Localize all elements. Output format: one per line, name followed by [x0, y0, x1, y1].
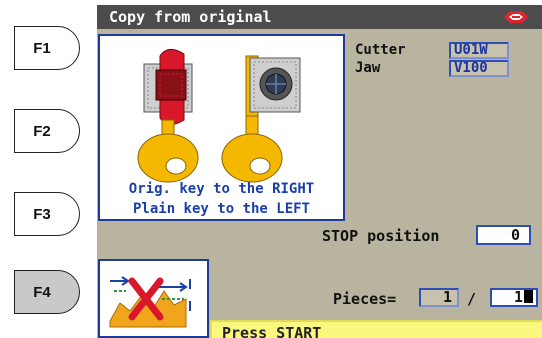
- cut-mode-button[interactable]: [98, 259, 209, 338]
- pieces-separator: /: [467, 290, 477, 308]
- cutting-cancel-icon: [109, 276, 191, 328]
- jaw-label: Jaw: [355, 60, 381, 76]
- title-bar: Copy from original: [97, 5, 542, 29]
- pieces-done-value: 1: [419, 288, 459, 307]
- stop-position-input[interactable]: 0: [476, 225, 531, 245]
- key-placement-illustration: Orig. key to the RIGHT Plain key to the …: [98, 34, 345, 221]
- f3-key[interactable]: F3: [14, 192, 80, 236]
- key-placement-graphic: [137, 49, 301, 183]
- text-cursor: [524, 290, 533, 303]
- f4-key[interactable]: F4: [14, 270, 80, 314]
- yellow-key-red-clamp-icon: [137, 49, 199, 183]
- cutter-label: Cutter: [355, 42, 406, 58]
- yellow-key-grey-clamp-icon: [221, 55, 301, 183]
- f1-key[interactable]: F1: [14, 26, 80, 70]
- page-title: Copy from original: [109, 8, 272, 26]
- silca-logo-icon: [504, 11, 528, 23]
- jaw-value: V100: [449, 60, 509, 77]
- status-message: Press START: [210, 320, 542, 338]
- instruction-line-1: Orig. key to the RIGHT: [128, 181, 315, 197]
- pieces-total-value: 1: [513, 288, 523, 306]
- stop-position-label: STOP position: [322, 227, 440, 245]
- instruction-line-2: Plain key to the LEFT: [132, 201, 310, 217]
- f2-key[interactable]: F2: [14, 109, 80, 153]
- pieces-total-input[interactable]: 1: [490, 288, 538, 307]
- pieces-label: Pieces=: [333, 290, 397, 308]
- machine-screen: Copy from original Orig. key to the RIGH…: [97, 5, 542, 338]
- cutter-value: U01W: [449, 42, 509, 59]
